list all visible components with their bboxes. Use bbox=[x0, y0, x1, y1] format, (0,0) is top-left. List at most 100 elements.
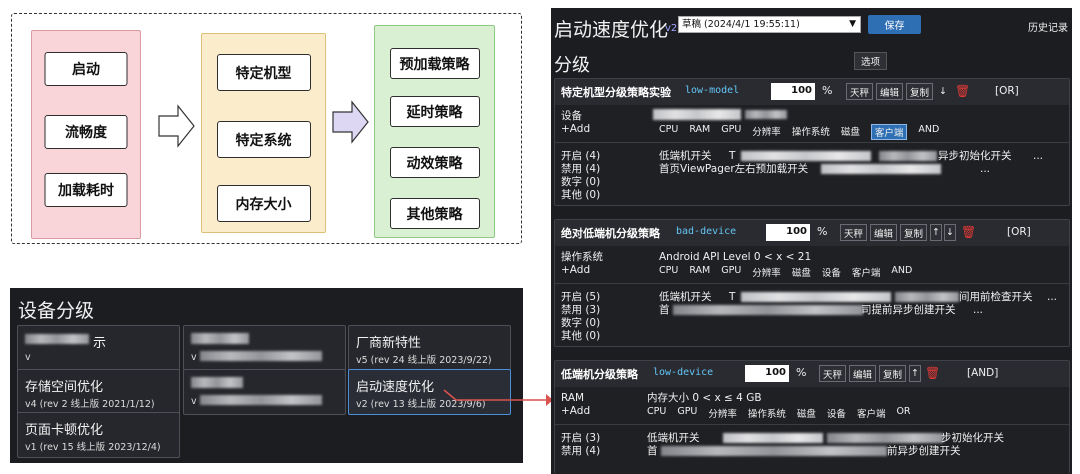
options-button[interactable]: 选项 bbox=[854, 52, 887, 70]
strategy-delay: 延时策略 bbox=[389, 96, 480, 127]
trash-icon[interactable]: 🗑 bbox=[961, 225, 976, 239]
switch-async-create: 司提前异步创建开关 bbox=[861, 304, 956, 316]
state-on: 开启 (4) bbox=[561, 150, 601, 162]
redacted-text bbox=[191, 333, 249, 344]
scale-button[interactable]: 天秤 bbox=[840, 224, 867, 241]
edit-button[interactable]: 编辑 bbox=[870, 224, 897, 241]
redacted-text bbox=[25, 334, 89, 344]
tag-disk[interactable]: 磁盘 bbox=[841, 124, 860, 140]
tag-disk[interactable]: 磁盘 bbox=[792, 265, 811, 279]
tag-ram[interactable]: RAM bbox=[689, 124, 710, 140]
trash-icon[interactable]: 🗑 bbox=[955, 84, 970, 98]
grading-card-vendor-features[interactable]: 厂商新特性 v5 (rev 24 线上版 2023/9/22) bbox=[348, 325, 511, 371]
divider bbox=[555, 283, 1069, 284]
state-on: 开启 (3) bbox=[561, 432, 601, 444]
tag-device[interactable]: 设备 bbox=[827, 406, 846, 420]
condition-value: Android API Level 0 < x < 21 bbox=[659, 251, 812, 263]
tag-logic[interactable]: AND bbox=[891, 265, 912, 279]
tag-resolution[interactable]: 分辨率 bbox=[708, 406, 737, 420]
move-up-button[interactable]: ↑ bbox=[909, 365, 921, 382]
percent-input[interactable]: 100 bbox=[771, 83, 815, 100]
strategy-code: bad-device bbox=[676, 226, 737, 237]
redacted-text bbox=[200, 395, 322, 405]
add-condition-link[interactable]: +Add bbox=[561, 264, 590, 277]
section-title: 分级 bbox=[554, 55, 590, 76]
copy-button[interactable]: 复制 bbox=[900, 224, 927, 241]
tag-logic[interactable]: AND bbox=[918, 124, 939, 140]
tag-os[interactable]: 操作系统 bbox=[748, 406, 786, 420]
logic-operator: [OR] bbox=[995, 85, 1019, 97]
redacted-text bbox=[673, 305, 863, 315]
tag-client[interactable]: 客户端 bbox=[870, 124, 908, 140]
draft-select[interactable]: 草稿 (2024/4/1 19:55:11) ▼ bbox=[678, 16, 861, 33]
move-down-button[interactable]: ↓ bbox=[936, 83, 950, 100]
move-down-button[interactable]: ↓ bbox=[944, 224, 956, 241]
tag-logic[interactable]: OR bbox=[896, 406, 910, 420]
tag-ram[interactable]: RAM bbox=[689, 265, 710, 279]
metric-column: 启动 流畅度 加载耗时 bbox=[31, 30, 141, 239]
switch-async-init: 异步初始化开关 bbox=[938, 150, 1012, 162]
metric-load-time: 加载耗时 bbox=[44, 173, 128, 207]
condition-label: RAM bbox=[561, 392, 585, 404]
percent-sign: % bbox=[817, 225, 828, 238]
save-button[interactable]: 保存 bbox=[868, 15, 921, 34]
switch-name: 首 bbox=[659, 304, 670, 316]
add-condition-link[interactable]: +Add bbox=[561, 123, 590, 136]
percent-sign: % bbox=[822, 84, 833, 97]
redacted-text bbox=[653, 109, 741, 120]
percent-input[interactable]: 100 bbox=[745, 365, 789, 382]
strategy-section-low-device: 低端机分级策略 low-device 100 % 天秤 编辑 复制 ↑ 🗑 [A… bbox=[554, 360, 1070, 474]
tag-cpu[interactable]: CPU bbox=[647, 406, 666, 420]
tag-resolution[interactable]: 分辨率 bbox=[752, 265, 781, 279]
trash-icon[interactable]: 🗑 bbox=[925, 366, 940, 380]
card-title: 厂商新特性 bbox=[356, 336, 422, 351]
edit-button[interactable]: 编辑 bbox=[849, 365, 876, 382]
copy-button[interactable]: 复制 bbox=[906, 83, 933, 100]
state-other: 其他 (0) bbox=[561, 189, 601, 201]
card-version: v1 (rev 15 线上版 2023/12/4) bbox=[25, 442, 161, 453]
scale-button[interactable]: 天秤 bbox=[846, 83, 873, 100]
tag-resolution[interactable]: 分辨率 bbox=[752, 124, 781, 140]
condition-label: 设备 bbox=[561, 110, 582, 122]
composite-screenshot: 启动 流畅度 加载耗时 特定机型 特定系统 内存大小 预加载策略 延时策略 动效… bbox=[0, 0, 1080, 474]
condition-value: 内存大小 0 < x ≤ 4 GB bbox=[647, 392, 762, 404]
state-off: 禁用 (4) bbox=[561, 163, 601, 175]
strategy-code: low-device bbox=[653, 367, 714, 378]
tag-gpu[interactable]: GPU bbox=[677, 406, 697, 420]
tag-gpu[interactable]: GPU bbox=[721, 265, 741, 279]
scale-button[interactable]: 天秤 bbox=[819, 365, 846, 382]
switch-name: 首 bbox=[647, 445, 658, 457]
history-link[interactable]: 历史记录 bbox=[1028, 19, 1068, 34]
tag-os[interactable]: 操作系统 bbox=[792, 124, 830, 140]
redacted-text bbox=[821, 164, 941, 174]
edit-button[interactable]: 编辑 bbox=[876, 83, 903, 100]
tag-disk[interactable]: 磁盘 bbox=[797, 406, 816, 420]
move-up-button[interactable]: ↑ bbox=[930, 224, 942, 241]
percent-sign: % bbox=[796, 366, 807, 379]
more-ellipsis: ... bbox=[1047, 291, 1058, 303]
grading-card[interactable]: v bbox=[183, 369, 346, 415]
condition-model: 特定机型 bbox=[216, 54, 311, 91]
panel-title: 设备分级 bbox=[18, 300, 95, 322]
tag-gpu[interactable]: GPU bbox=[721, 124, 741, 140]
grading-card[interactable]: v bbox=[183, 325, 346, 371]
switch-async-init: 步初始化开关 bbox=[941, 432, 1004, 444]
switch-low-end: 低端机开关 bbox=[659, 291, 712, 303]
tag-device[interactable]: 设备 bbox=[822, 265, 841, 279]
more-ellipsis: ... bbox=[1033, 150, 1044, 162]
tag-client[interactable]: 客户端 bbox=[857, 406, 886, 420]
add-condition-link[interactable]: +Add bbox=[561, 405, 590, 418]
percent-input[interactable]: 100 bbox=[766, 224, 810, 241]
tag-cpu[interactable]: CPU bbox=[659, 265, 678, 279]
grading-card-storage[interactable]: 存储空间优化 v4 (rev 2 线上版 2021/1/12) bbox=[17, 369, 180, 415]
grading-card[interactable]: 示 v bbox=[17, 325, 180, 371]
tag-client[interactable]: 客户端 bbox=[852, 265, 881, 279]
draft-select-value: 草稿 (2024/4/1 19:55:11) bbox=[682, 19, 800, 30]
card-version: v bbox=[25, 352, 31, 363]
grading-card-page-jank[interactable]: 页面卡顿优化 v1 (rev 15 线上版 2023/12/4) bbox=[17, 412, 180, 458]
switch-precheck: 间用前检查开关 bbox=[959, 291, 1033, 303]
copy-button[interactable]: 复制 bbox=[879, 365, 906, 382]
strategy-name: 绝对低端机分级策略 bbox=[561, 227, 660, 240]
redacted-text bbox=[191, 377, 243, 388]
tag-cpu[interactable]: CPU bbox=[659, 124, 678, 140]
